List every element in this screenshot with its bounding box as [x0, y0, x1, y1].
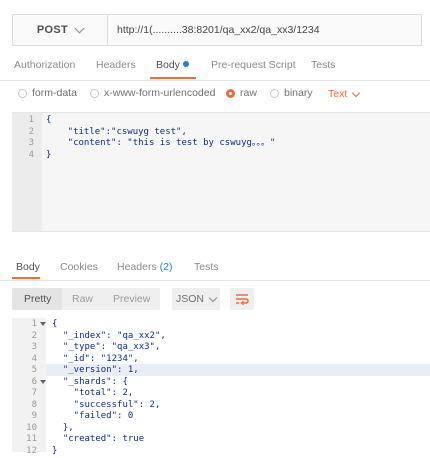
- radio-selected-icon: [226, 88, 235, 98]
- code-line: }: [46, 149, 52, 160]
- format-dropdown[interactable]: Text: [328, 88, 361, 100]
- request-tabs: Authorization Headers Body Pre-request S…: [0, 50, 430, 81]
- json-line: "_shards": {: [52, 376, 128, 387]
- radio-circle-icon: [270, 88, 279, 98]
- json-line: }: [52, 445, 58, 456]
- line-number: 10: [26, 422, 37, 433]
- radio-label: form-data: [32, 87, 77, 99]
- method-dropdown[interactable]: POST: [13, 15, 108, 45]
- request-body-editor[interactable]: 1 2 3 4 { "title":"cswuyg test", "conten…: [12, 112, 430, 232]
- view-preview-button[interactable]: Preview: [113, 293, 150, 305]
- line-number: 11: [26, 434, 37, 444]
- json-line: "successful": 2,: [52, 399, 161, 410]
- wrap-lines-button[interactable]: [230, 288, 254, 310]
- line-number: 1: [28, 115, 34, 125]
- url-input[interactable]: http://1(..........38:8201/qa_xx2/qa_xx3…: [117, 24, 320, 36]
- line-number: 1: [31, 319, 37, 329]
- chevron-down-icon: [208, 293, 218, 302]
- headers-count-badge: (2): [159, 261, 173, 273]
- response-format-label: JSON: [175, 293, 204, 305]
- tab-pre-request-script[interactable]: Pre-request Script: [211, 59, 296, 71]
- body-type-options: form-data x-www-form-urlencoded raw bina…: [0, 82, 430, 106]
- tab-label: Headers: [117, 261, 157, 273]
- wrap-lines-icon: [236, 294, 249, 305]
- line-number: 8: [31, 399, 37, 410]
- tab-response-headers[interactable]: Headers (2): [117, 261, 172, 273]
- radio-circle-icon: [18, 88, 27, 98]
- chevron-down-icon: [74, 23, 85, 33]
- line-number: 4: [28, 149, 34, 160]
- tab-authorization[interactable]: Authorization: [14, 59, 75, 71]
- format-label: Text: [328, 88, 348, 100]
- response-tabs: Body Cookies Headers (2) Tests: [0, 252, 430, 281]
- tab-body[interactable]: Body: [156, 59, 189, 71]
- line-number: 6: [31, 376, 37, 387]
- line-number: 3: [31, 342, 37, 352]
- radio-form-data[interactable]: form-data: [18, 87, 77, 99]
- view-pretty-button[interactable]: Pretty: [24, 293, 51, 305]
- line-number: 3: [28, 138, 34, 148]
- code-line: "title":"cswuyg test",: [46, 126, 187, 137]
- active-tab-indicator: [12, 277, 40, 279]
- json-line: "created": true: [52, 434, 145, 444]
- tab-response-tests[interactable]: Tests: [194, 261, 219, 273]
- json-line: "_index": "qa_xx2",: [52, 330, 166, 341]
- radio-binary[interactable]: binary: [270, 87, 313, 99]
- response-toolbar: Pretty Raw Preview JSON: [12, 288, 422, 312]
- radio-label: raw: [240, 87, 257, 99]
- response-body-viewer[interactable]: 1 2 3 4 5 6 7 8 9 10 11 12 { "_index": "…: [12, 318, 430, 456]
- fold-arrow-icon[interactable]: [40, 379, 46, 384]
- tab-tests[interactable]: Tests: [311, 59, 336, 71]
- view-raw-button[interactable]: Raw: [72, 293, 93, 305]
- view-mode-group: Pretty Raw Preview: [12, 288, 160, 310]
- chevron-down-icon: [352, 88, 361, 97]
- json-line: "failed": 0: [52, 411, 134, 421]
- radio-x-www-form-urlencoded[interactable]: x-www-form-urlencoded: [90, 87, 215, 99]
- json-line: "_type": "qa_xx3",: [52, 342, 161, 352]
- tab-body-label: Body: [156, 59, 180, 71]
- line-number: 2: [28, 126, 34, 137]
- json-line: "_version": 1,: [52, 365, 139, 375]
- fold-arrow-icon[interactable]: [40, 322, 46, 326]
- json-line: "total": 2,: [52, 388, 134, 398]
- radio-label: x-www-form-urlencoded: [104, 87, 216, 99]
- active-tab-indicator: [150, 77, 196, 79]
- response-format-dropdown[interactable]: JSON: [172, 288, 220, 310]
- json-line: "_id": "1234",: [52, 353, 139, 364]
- code-line: "content": "this is test by cswuyg。。。": [46, 138, 276, 148]
- line-number: 12: [26, 445, 37, 456]
- method-label: POST: [36, 24, 69, 36]
- radio-circle-icon: [90, 88, 99, 98]
- modified-dot-icon: [182, 61, 189, 67]
- url-bar: POST http://1(..........38:8201/qa_xx2/q…: [12, 14, 422, 46]
- json-line: },: [52, 422, 74, 433]
- tab-headers[interactable]: Headers: [96, 59, 136, 71]
- code-line: {: [46, 115, 52, 125]
- line-number: 4: [31, 353, 37, 364]
- radio-raw[interactable]: raw: [226, 87, 257, 99]
- line-number: 9: [31, 411, 37, 421]
- radio-label: binary: [284, 87, 313, 99]
- line-number: 5: [31, 365, 37, 375]
- line-number: 2: [31, 330, 37, 341]
- tab-response-body[interactable]: Body: [16, 261, 40, 273]
- tab-cookies[interactable]: Cookies: [60, 261, 98, 273]
- json-line: {: [52, 319, 58, 329]
- line-number: 7: [31, 388, 37, 398]
